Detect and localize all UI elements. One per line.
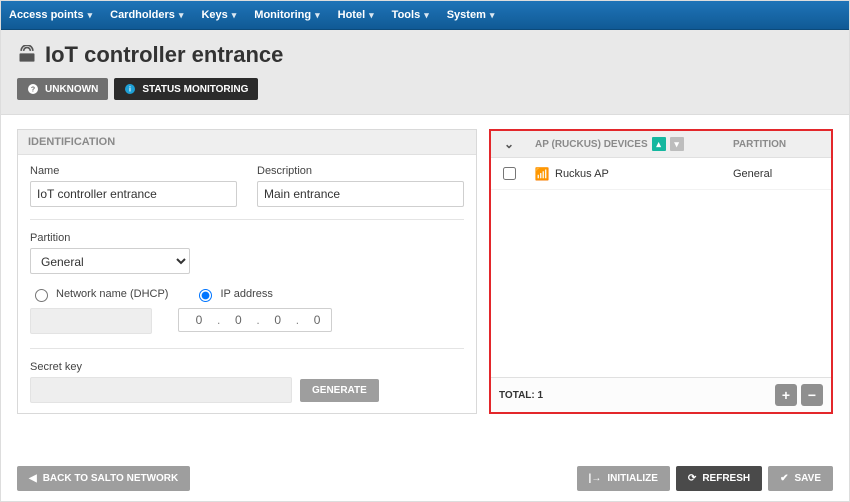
- menu-tools[interactable]: Tools▾: [392, 9, 429, 21]
- total-label: TOTAL: 1: [499, 390, 543, 401]
- device-name: Ruckus AP: [555, 168, 609, 180]
- chevron-down-icon: ▾: [179, 10, 184, 21]
- controller-icon: [17, 45, 37, 65]
- question-icon: ?: [27, 83, 39, 95]
- svg-text:i: i: [129, 87, 131, 94]
- generate-button[interactable]: GENERATE: [300, 379, 379, 402]
- menu-access-points[interactable]: Access points▾: [9, 9, 92, 21]
- sort-asc-icon[interactable]: ▴: [652, 137, 666, 151]
- partition-label: Partition: [30, 232, 190, 244]
- menu-cardholders[interactable]: Cardholders▾: [110, 9, 183, 21]
- devices-panel: ⌄ AP (RUCKUS) DEVICES ▴ ▾ PARTITION 📶 Ru…: [489, 129, 833, 414]
- status-monitoring-badge[interactable]: i STATUS MONITORING: [114, 78, 258, 100]
- dhcp-name-input-disabled: [30, 308, 152, 334]
- secret-key-input-disabled: [30, 377, 292, 403]
- device-partition: General: [725, 168, 831, 180]
- description-label: Description: [257, 165, 464, 177]
- table-row[interactable]: 📶 Ruckus AP General: [491, 158, 831, 190]
- svg-text:?: ?: [31, 87, 35, 94]
- chevron-down-icon: ▾: [490, 10, 495, 21]
- dhcp-radio-option[interactable]: Network name (DHCP): [30, 286, 168, 302]
- menu-system[interactable]: System▾: [447, 9, 495, 21]
- refresh-icon: ⟳: [688, 473, 696, 484]
- partition-select[interactable]: General: [30, 248, 190, 274]
- ip-octet-4[interactable]: [303, 312, 331, 328]
- back-button[interactable]: ◀ BACK TO SALTO NETWORK: [17, 466, 190, 491]
- info-icon: i: [124, 83, 136, 95]
- identification-heading: IDENTIFICATION: [18, 130, 476, 155]
- remove-button[interactable]: −: [801, 384, 823, 406]
- col-devices[interactable]: AP (RUCKUS) DEVICES ▴ ▾: [527, 131, 725, 157]
- add-button[interactable]: +: [775, 384, 797, 406]
- name-input[interactable]: [30, 181, 237, 207]
- refresh-button[interactable]: ⟳ REFRESH: [676, 466, 762, 491]
- ip-octet-1[interactable]: [185, 312, 213, 328]
- ip-octet-2[interactable]: [224, 312, 252, 328]
- minus-icon: −: [808, 387, 816, 403]
- chevron-down-icon: ▾: [369, 10, 374, 21]
- secret-key-label: Secret key: [30, 361, 464, 373]
- name-label: Name: [30, 165, 237, 177]
- check-icon: ✔: [780, 473, 788, 484]
- dhcp-radio[interactable]: [35, 289, 48, 302]
- ip-octet-3[interactable]: [264, 312, 292, 328]
- chevron-down-icon[interactable]: ⌄: [504, 137, 514, 151]
- ap-device-icon: 📶: [535, 167, 549, 181]
- save-button[interactable]: ✔ SAVE: [768, 466, 833, 491]
- status-unknown-badge[interactable]: ? UNKNOWN: [17, 78, 108, 100]
- page-title: IoT controller entrance: [45, 42, 283, 68]
- col-partition[interactable]: PARTITION: [725, 133, 831, 156]
- page-header: IoT controller entrance ? UNKNOWN i STAT…: [1, 30, 849, 115]
- chevron-down-icon: ▾: [424, 10, 429, 21]
- description-input[interactable]: [257, 181, 464, 207]
- arrow-left-icon: ◀: [29, 473, 37, 484]
- identification-panel: IDENTIFICATION Name Description Partitio…: [17, 129, 477, 414]
- menu-monitoring[interactable]: Monitoring▾: [254, 9, 319, 21]
- chevron-down-icon: ▾: [232, 10, 237, 21]
- initialize-button[interactable]: |→ INITIALIZE: [577, 466, 670, 491]
- menu-keys[interactable]: Keys▾: [201, 9, 236, 21]
- plus-icon: +: [782, 387, 790, 403]
- filter-icon[interactable]: ▾: [670, 137, 684, 151]
- export-icon: |→: [589, 473, 602, 484]
- ip-radio-option[interactable]: IP address: [194, 286, 272, 302]
- chevron-down-icon: ▾: [315, 10, 320, 21]
- menu-hotel[interactable]: Hotel▾: [338, 9, 374, 21]
- ip-radio[interactable]: [199, 289, 212, 302]
- ip-address-input[interactable]: . . .: [178, 308, 332, 332]
- main-menubar: Access points▾ Cardholders▾ Keys▾ Monito…: [1, 1, 849, 30]
- row-checkbox[interactable]: [503, 167, 516, 180]
- chevron-down-icon: ▾: [88, 10, 93, 21]
